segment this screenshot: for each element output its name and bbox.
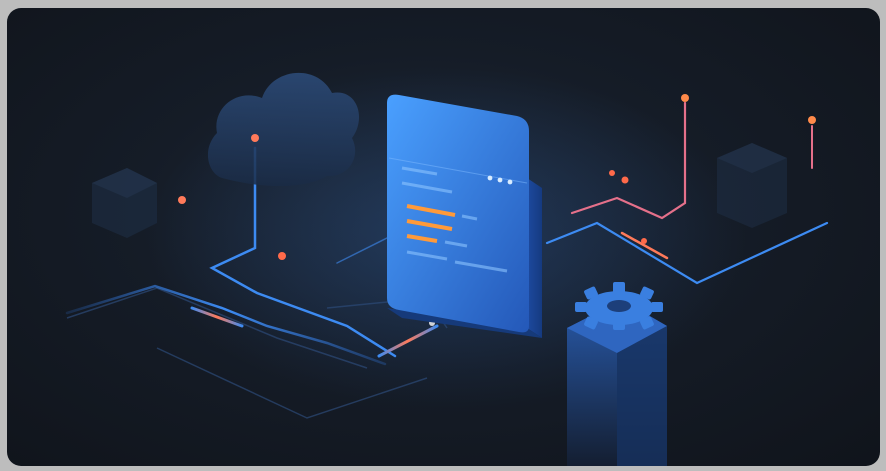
browser-window-icon [387,94,542,338]
image-frame [0,0,886,471]
network-illustration [65,68,829,466]
gear-icon [575,282,663,330]
server-cube-icon [717,143,787,228]
server-cube-icon [92,168,157,238]
illustration-card [7,8,880,466]
